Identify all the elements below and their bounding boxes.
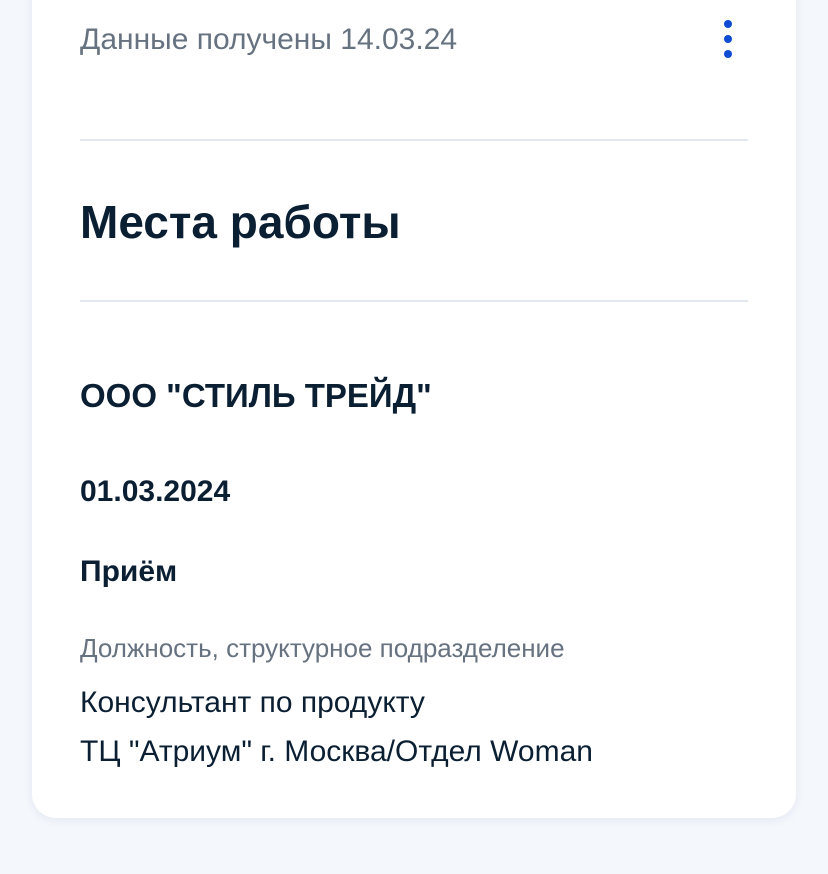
- card-header: Данные получены 14.03.24: [80, 0, 748, 140]
- menu-dot: [724, 50, 732, 58]
- employment-date: 01.03.2024: [80, 475, 231, 508]
- menu-dot: [724, 20, 732, 28]
- section-title: Места работы: [80, 196, 401, 248]
- employment-event: Приём: [80, 555, 178, 588]
- position-value: Консультант по продукту ТЦ "Атриум" г. М…: [80, 678, 593, 776]
- position-line: Консультант по продукту: [80, 686, 425, 719]
- department-line: ТЦ "Атриум" г. Москва/Отдел Woman: [80, 735, 593, 768]
- menu-dot: [724, 35, 732, 43]
- employment-card: Данные получены 14.03.24 Места работы ОО…: [32, 0, 796, 818]
- more-vertical-icon[interactable]: [716, 20, 740, 60]
- company-name: ООО "СТИЛЬ ТРЕЙД": [80, 377, 432, 414]
- position-label: Должность, структурное подразделение: [80, 633, 565, 663]
- divider: [80, 300, 748, 302]
- divider: [80, 139, 748, 141]
- data-received-date: Данные получены 14.03.24: [80, 23, 458, 56]
